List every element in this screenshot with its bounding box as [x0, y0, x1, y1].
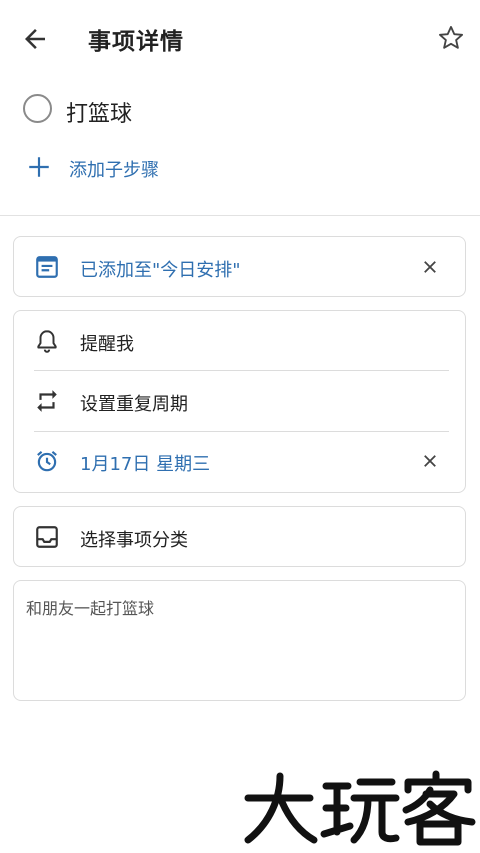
plus-icon	[29, 157, 49, 177]
repeat-label: 设置重复周期	[80, 394, 188, 415]
my-day-card: 已添加至"今日安排"	[13, 236, 466, 297]
due-date-label: 1月17日 星期三	[80, 454, 211, 475]
bell-icon	[37, 330, 57, 353]
note-text: 和朋友一起打篮球	[26, 599, 155, 618]
back-button[interactable]	[20, 24, 50, 54]
calendar-note-icon	[36, 256, 58, 278]
remove-my-day-icon[interactable]	[421, 258, 439, 276]
reminder-row[interactable]: 提醒我	[14, 311, 465, 371]
due-date-row[interactable]: 1月17日 星期三	[14, 431, 465, 491]
options-card: 提醒我 设置重复周期 1月17日 星期三	[13, 310, 466, 493]
category-row[interactable]: 选择事项分类	[14, 507, 465, 567]
remove-due-date-icon[interactable]	[421, 452, 439, 470]
my-day-row[interactable]: 已添加至"今日安排"	[14, 237, 465, 297]
add-step-button[interactable]: 添加子步骤	[0, 148, 480, 188]
watermark-logo	[244, 770, 476, 846]
note-field[interactable]: 和朋友一起打篮球	[13, 580, 466, 701]
repeat-icon	[37, 390, 57, 412]
task-title[interactable]: 打篮球	[66, 96, 132, 128]
repeat-row[interactable]: 设置重复周期	[14, 371, 465, 431]
reminder-label: 提醒我	[80, 334, 134, 355]
complete-checkbox[interactable]	[23, 94, 52, 123]
inbox-icon	[36, 526, 58, 548]
add-step-label: 添加子步骤	[69, 160, 159, 181]
category-card: 选择事项分类	[13, 506, 466, 567]
favorite-button[interactable]	[437, 24, 465, 52]
my-day-label: 已添加至"今日安排"	[80, 260, 241, 281]
arrow-left-icon	[25, 29, 45, 49]
task-title-row: 打篮球	[0, 84, 480, 136]
page-title: 事项详情	[88, 29, 184, 55]
star-outline-icon	[438, 25, 464, 49]
section-divider	[0, 215, 480, 216]
app-header: 事项详情	[0, 0, 480, 76]
category-label: 选择事项分类	[80, 530, 188, 551]
alarm-clock-icon	[37, 450, 57, 472]
